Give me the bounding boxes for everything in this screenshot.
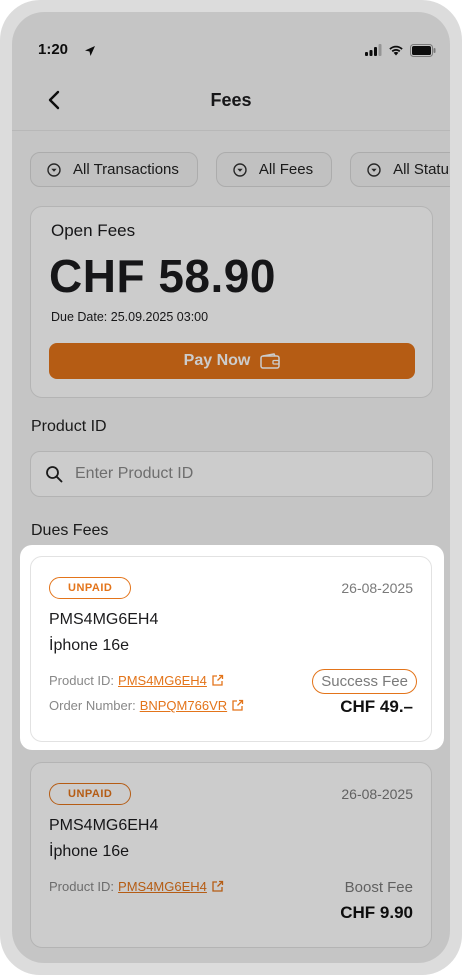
- product-search-input[interactable]: [75, 465, 405, 483]
- dropdown-circle-icon: [233, 162, 247, 177]
- product-id-link[interactable]: PMS4MG6EH4: [118, 673, 207, 688]
- pay-now-label: Pay Now: [183, 352, 251, 369]
- external-link-icon[interactable]: [211, 674, 224, 687]
- order-number-link[interactable]: BNPQM766VR: [140, 698, 227, 713]
- filter-chips: All Transactions All Fees All Statu: [30, 152, 450, 187]
- order-number-caption: Order Number:: [49, 698, 136, 713]
- product-id-caption: Product ID:: [49, 879, 115, 894]
- filter-label: All Transactions: [73, 161, 179, 178]
- filter-label: All Fees: [258, 161, 314, 178]
- fee-product-name: İphone 16e: [49, 843, 130, 860]
- status-badge: UNPAID: [49, 783, 132, 805]
- filter-label: All Statu: [393, 161, 449, 178]
- dues-fees-label: Dues Fees: [31, 522, 109, 539]
- app-screen: 1:20 Fees All Transactions All Fees All …: [12, 12, 450, 963]
- status-icons: [365, 43, 436, 57]
- fee-date: 26-08-2025: [341, 580, 413, 596]
- filter-all-fees[interactable]: All Fees: [215, 152, 333, 187]
- product-id-link[interactable]: PMS4MG6EH4: [118, 879, 207, 894]
- page-title: Fees: [210, 90, 252, 110]
- location-arrow-icon: [85, 46, 95, 56]
- pay-now-button[interactable]: Pay Now: [49, 343, 415, 379]
- external-link-icon[interactable]: [231, 699, 244, 712]
- battery-icon: [410, 43, 436, 57]
- fee-amount: CHF 9.90: [340, 903, 413, 922]
- wifi-icon: [389, 45, 403, 56]
- fee-type: Boost Fee: [344, 879, 413, 896]
- product-id-caption: Product ID:: [49, 673, 115, 688]
- fee-card[interactable]: UNPAID 26-08-2025 PMS4MG6EH4 İphone 16e …: [30, 762, 432, 948]
- status-time: 1:20: [38, 41, 69, 58]
- header-divider: [12, 130, 450, 131]
- device-frame: 1:20 Fees All Transactions All Fees All …: [0, 0, 462, 975]
- status-badge: UNPAID: [49, 577, 132, 599]
- open-fees-label: Open Fees: [51, 221, 136, 240]
- fee-product-name: İphone 16e: [49, 637, 130, 654]
- dropdown-circle-icon: [367, 162, 381, 177]
- due-date: Due Date: 25.09.2025 03:00: [51, 310, 209, 324]
- open-fees-card: Open Fees CHF 58.90 Due Date: 25.09.2025…: [30, 206, 433, 398]
- fee-amount: CHF 49.–: [340, 697, 413, 716]
- filter-all-status[interactable]: All Statu: [350, 152, 450, 187]
- open-fees-amount: CHF 58.90: [49, 250, 276, 302]
- product-id-label: Product ID: [31, 418, 107, 435]
- dropdown-circle-icon: [47, 162, 61, 177]
- filter-all-transactions[interactable]: All Transactions: [30, 152, 198, 187]
- fee-product-code: PMS4MG6EH4: [49, 611, 159, 628]
- fee-type: Success Fee: [312, 669, 417, 694]
- search-icon: [46, 466, 63, 483]
- product-search-box: [30, 451, 433, 497]
- wallet-icon: [260, 353, 281, 369]
- product-id-row: Product ID: PMS4MG6EH4: [49, 673, 224, 688]
- signal-icon: [365, 44, 382, 56]
- fee-product-code: PMS4MG6EH4: [49, 817, 159, 834]
- order-number-row: Order Number: BNPQM766VR: [49, 698, 244, 713]
- product-id-row: Product ID: PMS4MG6EH4: [49, 879, 224, 894]
- external-link-icon[interactable]: [211, 880, 224, 893]
- fee-date: 26-08-2025: [341, 786, 413, 802]
- fee-card[interactable]: UNPAID 26-08-2025 PMS4MG6EH4 İphone 16e …: [30, 556, 432, 742]
